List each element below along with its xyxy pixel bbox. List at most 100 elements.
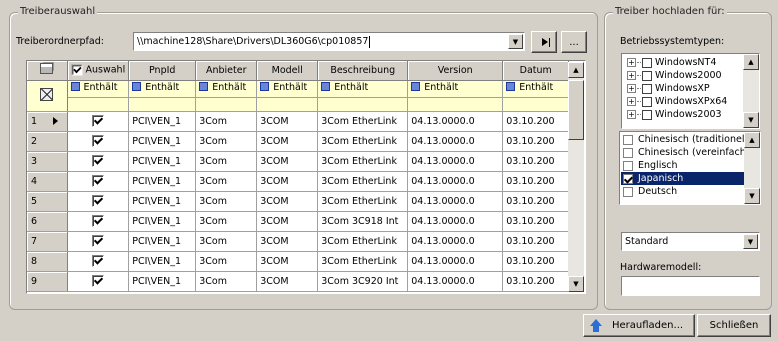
filter-input-beschreibung[interactable]	[317, 97, 409, 112]
table-cell[interactable]: 3COM	[256, 271, 319, 292]
row-select-checkbox[interactable]	[91, 235, 104, 247]
table-cell[interactable]: 03.10.200	[502, 191, 570, 212]
filter-cell-auswahl[interactable]: Enthält	[67, 80, 130, 98]
table-cell[interactable]: 3Com	[195, 131, 258, 152]
table-cell[interactable]: 3Com EtherLink	[317, 231, 409, 252]
table-cell[interactable]: PCI\VEN_1	[128, 251, 197, 272]
os-scroll-down-button[interactable]: ▼	[743, 112, 759, 128]
table-cell[interactable]: PCI\VEN_1	[128, 111, 197, 132]
table-cell[interactable]: PCI\VEN_1	[128, 211, 197, 232]
driver-grid[interactable]: Auswahl PnpId Anbieter Modell Beschreibu…	[26, 60, 586, 294]
table-cell[interactable]: PCI\VEN_1	[128, 151, 197, 172]
table-cell[interactable]: 04.13.0000.0	[407, 211, 504, 232]
os-tree-item[interactable]: + WindowsXPx64	[627, 95, 727, 108]
row-header[interactable]: 4	[27, 171, 68, 192]
language-item[interactable]: Deutsch	[621, 185, 745, 198]
table-cell[interactable]: 04.13.0000.0	[407, 151, 504, 172]
table-cell[interactable]: 04.13.0000.0	[407, 271, 504, 292]
language-list-scrollbar[interactable]: ▲ ▼	[744, 132, 760, 204]
table-row[interactable]: 8 PCI\VEN_1 3Com 3COM 3Com EtherLink 04.13.00…	[27, 251, 570, 272]
table-cell[interactable]: PCI\VEN_1	[128, 271, 197, 292]
language-list[interactable]: Chinesisch (traditionell) Chinesisch (ver…	[619, 131, 761, 205]
table-row[interactable]: 1 PCI\VEN_1 3Com 3COM 3Com EtherLink 04.13.00…	[27, 111, 570, 132]
table-cell[interactable]: 3Com	[195, 111, 258, 132]
row-select-checkbox[interactable]	[91, 195, 104, 207]
language-item[interactable]: Chinesisch (vereinfacht)	[621, 146, 753, 159]
os-checkbox[interactable]	[642, 109, 652, 120]
table-row[interactable]: 6 PCI\VEN_1 3Com 3COM 3Com 3C918 Int 04.13.00…	[27, 211, 570, 232]
row-header[interactable]: 7	[27, 231, 68, 252]
table-cell[interactable]: 3Com	[195, 211, 258, 232]
table-cell[interactable]: 03.10.200	[502, 211, 570, 232]
row-select-checkbox[interactable]	[91, 135, 104, 147]
expand-plus-icon[interactable]: +	[627, 97, 636, 106]
os-scroll-up-button[interactable]: ▲	[743, 54, 759, 70]
row-header[interactable]: 6	[27, 211, 68, 232]
table-cell[interactable]: 03.10.200	[502, 251, 570, 272]
language-checkbox[interactable]	[623, 186, 633, 197]
language-checkbox[interactable]	[623, 173, 633, 184]
table-cell[interactable]: 3COM	[256, 191, 319, 212]
filter-input-modell[interactable]	[256, 97, 319, 112]
table-cell[interactable]: 3COM	[256, 151, 319, 172]
os-tree-item[interactable]: + Windows2003	[627, 108, 727, 121]
upload-button[interactable]: Heraufladen...	[583, 314, 695, 337]
language-scroll-up-button[interactable]: ▲	[744, 132, 760, 148]
table-cell[interactable]: 3COM	[256, 211, 319, 232]
row-header[interactable]: 3	[27, 151, 68, 172]
navigate-button[interactable]	[531, 31, 557, 53]
os-tree-item[interactable]: + Windows2000	[627, 69, 727, 82]
select-all-checkbox[interactable]	[71, 64, 82, 76]
language-scroll-down-button[interactable]: ▼	[744, 188, 760, 204]
table-cell[interactable]: 3Com EtherLink	[317, 191, 409, 212]
table-cell[interactable]: PCI\VEN_1	[128, 191, 197, 212]
row-select-checkbox[interactable]	[91, 175, 104, 187]
table-cell[interactable]: 04.13.0000.0	[407, 111, 504, 132]
close-button[interactable]: Schließen	[697, 314, 771, 337]
row-select-cell[interactable]	[67, 171, 130, 192]
language-item[interactable]: Japanisch	[621, 172, 745, 185]
table-cell[interactable]: 3Com EtherLink	[317, 171, 409, 192]
row-select-checkbox[interactable]	[91, 215, 104, 227]
expand-plus-icon[interactable]: +	[627, 110, 636, 119]
os-tree-scrollbar[interactable]: ▲ ▼	[743, 54, 759, 128]
column-header-version[interactable]: Version	[407, 61, 504, 81]
filter-input-auswahl[interactable]	[67, 97, 130, 112]
table-cell[interactable]: 3Com 3C918 Int	[317, 211, 409, 232]
table-cell[interactable]: 3Com	[195, 251, 258, 272]
table-cell[interactable]: PCI\VEN_1	[128, 131, 197, 152]
expand-plus-icon[interactable]: +	[627, 58, 636, 67]
row-header[interactable]: 1	[27, 111, 68, 132]
table-cell[interactable]: 3Com 3C920 Int	[317, 271, 409, 292]
column-header-beschreibung[interactable]: Beschreibung	[317, 61, 409, 81]
row-select-cell[interactable]	[67, 111, 130, 132]
grid-scroll-down-button[interactable]: ▼	[568, 276, 584, 292]
table-cell[interactable]: 3Com	[195, 271, 258, 292]
filter-cell-version[interactable]: Enthält	[407, 80, 504, 98]
table-cell[interactable]: 3COM	[256, 131, 319, 152]
row-header[interactable]: 2	[27, 131, 68, 152]
grid-scroll-up-button[interactable]: ▲	[568, 62, 584, 78]
row-select-cell[interactable]	[67, 271, 130, 292]
filter-cell-beschreibung[interactable]: Enthält	[317, 80, 409, 98]
column-header-modell[interactable]: Modell	[256, 61, 319, 81]
clear-filter-cell[interactable]	[27, 80, 68, 112]
table-cell[interactable]: 3COM	[256, 111, 319, 132]
table-row[interactable]: 7 PCI\VEN_1 3Com 3COM 3Com EtherLink 04.13.00…	[27, 231, 570, 252]
table-cell[interactable]: 03.10.200	[502, 131, 570, 152]
row-select-cell[interactable]	[67, 251, 130, 272]
os-checkbox[interactable]	[642, 70, 652, 81]
table-cell[interactable]: 3Com EtherLink	[317, 251, 409, 272]
filter-input-anbieter[interactable]	[195, 97, 258, 112]
table-cell[interactable]: PCI\VEN_1	[128, 171, 197, 192]
column-header-anbieter[interactable]: Anbieter	[195, 61, 258, 81]
table-cell[interactable]: 03.10.200	[502, 171, 570, 192]
language-checkbox[interactable]	[623, 160, 633, 171]
row-select-checkbox[interactable]	[91, 155, 104, 167]
row-select-cell[interactable]	[67, 151, 130, 172]
table-cell[interactable]: 04.13.0000.0	[407, 171, 504, 192]
row-header[interactable]: 9	[27, 271, 68, 292]
table-cell[interactable]: 3Com	[195, 171, 258, 192]
driver-path-dropdown-arrow[interactable]: ▼	[508, 34, 523, 49]
table-cell[interactable]: 03.10.200	[502, 231, 570, 252]
